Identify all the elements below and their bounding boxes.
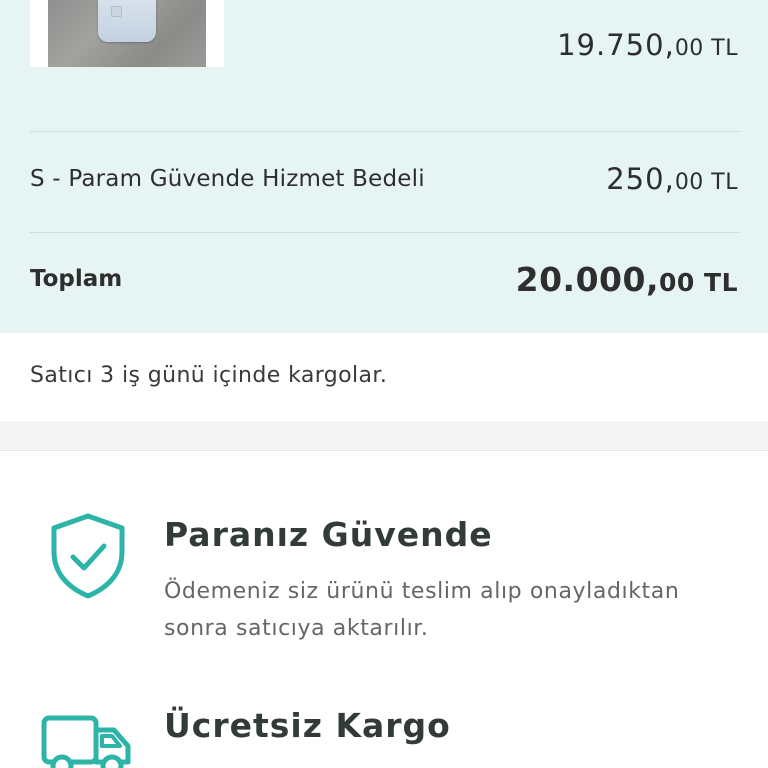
total-price: 20.000,00 TL — [515, 260, 738, 299]
truck-icon — [40, 700, 136, 768]
feature-title-free-shipping: Ücretsiz Kargo — [164, 706, 451, 745]
product-photo — [48, 0, 206, 67]
feature-title-secure-payment: Paranız Güvende — [164, 515, 493, 554]
order-summary-panel: 19.750,00 TL S - Param Güvende Hizmet Be… — [0, 0, 768, 333]
section-separator — [0, 421, 768, 451]
item-price: 19.750,00 TL — [557, 28, 738, 62]
divider — [30, 232, 740, 233]
service-fee-price: 250,00 TL — [606, 162, 738, 196]
product-thumbnail[interactable] — [30, 0, 224, 67]
product-phone-image — [98, 0, 156, 42]
divider — [30, 131, 740, 132]
total-label: Toplam — [30, 266, 123, 292]
shield-check-icon — [40, 508, 136, 604]
service-fee-label: S - Param Güvende Hizmet Bedeli — [30, 166, 425, 192]
shipping-note: Satıcı 3 iş günü içinde kargolar. — [30, 363, 388, 388]
checkout-page: 19.750,00 TL S - Param Güvende Hizmet Be… — [0, 0, 768, 768]
feature-description-secure-payment: Ödemeniz siz ürünü teslim alıp onayladık… — [164, 579, 680, 641]
